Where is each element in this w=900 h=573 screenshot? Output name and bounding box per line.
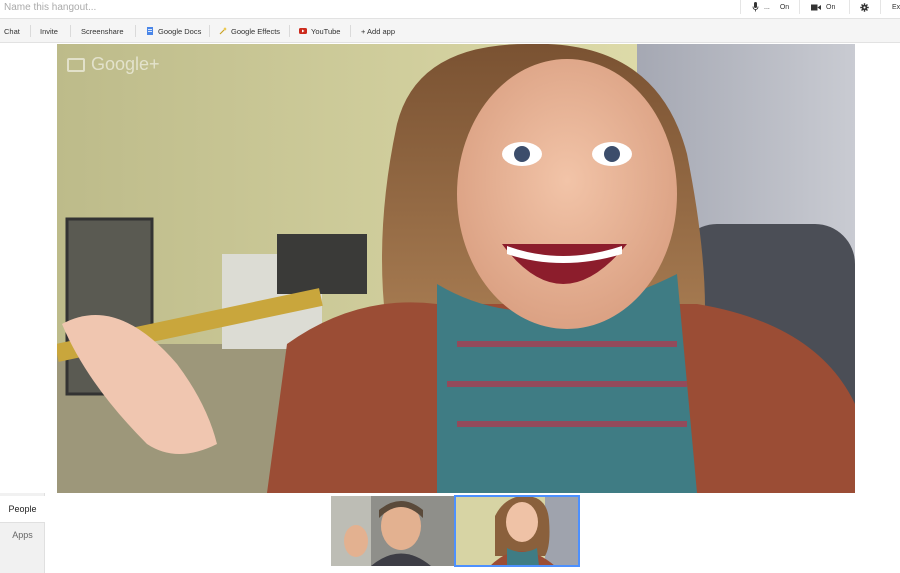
- microphone-icon: [752, 2, 759, 12]
- app-toolbar: Chat Invite Screenshare Google Docs Goog…: [0, 18, 900, 43]
- participant-video: [455, 496, 579, 566]
- docs-icon: [147, 27, 153, 35]
- tab-apps[interactable]: Apps: [0, 521, 45, 548]
- divider: [289, 25, 290, 37]
- youtube-label: YouTube: [311, 26, 341, 36]
- effects-wand-icon: [219, 27, 227, 35]
- exit-button[interactable]: Ex: [892, 1, 900, 13]
- chat-button[interactable]: Chat: [4, 19, 20, 43]
- divider: [849, 0, 850, 14]
- mic-status: On: [779, 3, 790, 11]
- participant-video: [331, 496, 455, 566]
- participant-thumbnail[interactable]: [331, 496, 455, 566]
- tab-people-label: People: [8, 504, 37, 514]
- screenshare-button[interactable]: Screenshare: [81, 19, 124, 43]
- chat-label: Chat: [4, 26, 20, 36]
- google-docs-button[interactable]: Google Docs: [146, 19, 201, 43]
- mic-toggle[interactable]: ... On: [752, 1, 789, 13]
- divider: [740, 0, 741, 14]
- youtube-button[interactable]: YouTube: [299, 19, 340, 43]
- divider: [209, 25, 210, 37]
- hangout-name-input[interactable]: [4, 0, 304, 14]
- divider: [350, 25, 351, 37]
- divider: [70, 25, 71, 37]
- google-effects-button[interactable]: Google Effects: [219, 19, 280, 43]
- add-app-label: + Add app: [361, 26, 395, 36]
- screenshare-label: Screenshare: [81, 26, 124, 36]
- mic-label: ...: [764, 3, 770, 11]
- divider: [135, 25, 136, 37]
- tab-apps-label: Apps: [12, 529, 33, 540]
- camera-status: On: [826, 3, 836, 11]
- tab-people[interactable]: People: [0, 496, 45, 523]
- add-app-button[interactable]: + Add app: [361, 19, 395, 43]
- camera-toggle[interactable]: On: [811, 1, 835, 13]
- google-plus-logo: Google+: [67, 54, 160, 75]
- main-video[interactable]: Google+: [57, 44, 855, 493]
- divider: [880, 0, 881, 14]
- gear-icon: [860, 2, 869, 12]
- invite-label: Invite: [40, 26, 58, 36]
- youtube-icon: [299, 28, 307, 34]
- invite-button[interactable]: Invite: [40, 19, 58, 43]
- divider: [799, 0, 800, 14]
- divider: [30, 25, 31, 37]
- settings-button[interactable]: [860, 1, 869, 13]
- participant-thumbnail-selected[interactable]: [454, 495, 580, 567]
- video-frame: [57, 44, 855, 493]
- logo-text: Google+: [91, 54, 160, 74]
- google-effects-label: Google Effects: [231, 26, 281, 36]
- video-camera-icon: [811, 4, 821, 10]
- top-bar: ... On On Ex: [0, 0, 900, 17]
- hangout-camera-icon: [67, 57, 85, 72]
- google-docs-label: Google Docs: [158, 26, 202, 36]
- exit-label: Ex: [892, 3, 900, 11]
- bottom-sidebar: People Apps: [0, 493, 45, 573]
